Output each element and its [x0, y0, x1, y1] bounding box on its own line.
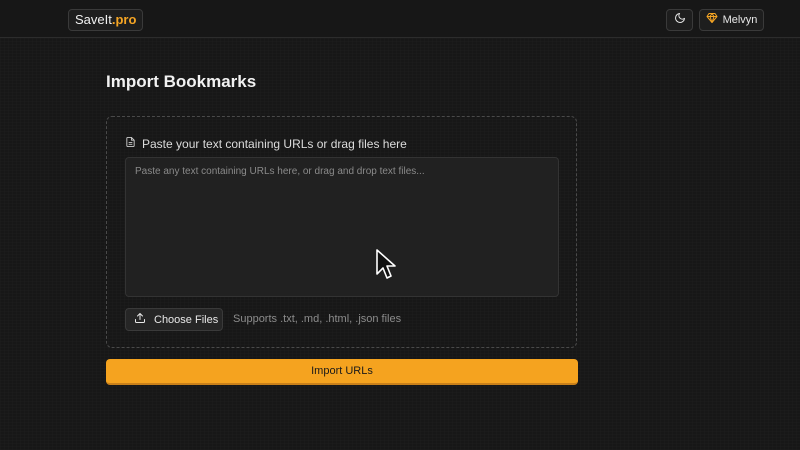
- theme-toggle-button[interactable]: [666, 9, 693, 31]
- page-title: Import Bookmarks: [106, 72, 257, 91]
- mouse-cursor-icon: [375, 248, 397, 287]
- file-drop-zone[interactable]: Paste your text containing URLs or drag …: [106, 116, 577, 348]
- moon-icon: [674, 11, 686, 29]
- diamond-icon: [706, 11, 718, 29]
- import-urls-button[interactable]: Import URLs: [106, 359, 578, 385]
- url-text-input[interactable]: [125, 157, 559, 297]
- drop-zone-header: Paste your text containing URLs or drag …: [125, 136, 407, 151]
- document-icon: [125, 136, 136, 151]
- choose-files-button[interactable]: Choose Files: [125, 308, 223, 331]
- logo-text: SaveIt: [75, 12, 112, 27]
- supported-formats-text: Supports .txt, .md, .html, .json files: [233, 313, 402, 325]
- app-logo[interactable]: SaveIt.pro: [68, 9, 144, 31]
- choose-files-label: Choose Files: [154, 313, 219, 326]
- import-urls-label: Import URLs: [311, 365, 373, 377]
- drop-zone-label: Paste your text containing URLs or drag …: [142, 136, 407, 151]
- top-bar: SaveIt.pro Melvyn: [0, 0, 800, 38]
- upload-icon: [134, 312, 146, 327]
- user-name: Melvyn: [722, 14, 758, 26]
- logo-accent-text: .pro: [111, 12, 137, 27]
- user-menu-button[interactable]: Melvyn: [699, 9, 764, 31]
